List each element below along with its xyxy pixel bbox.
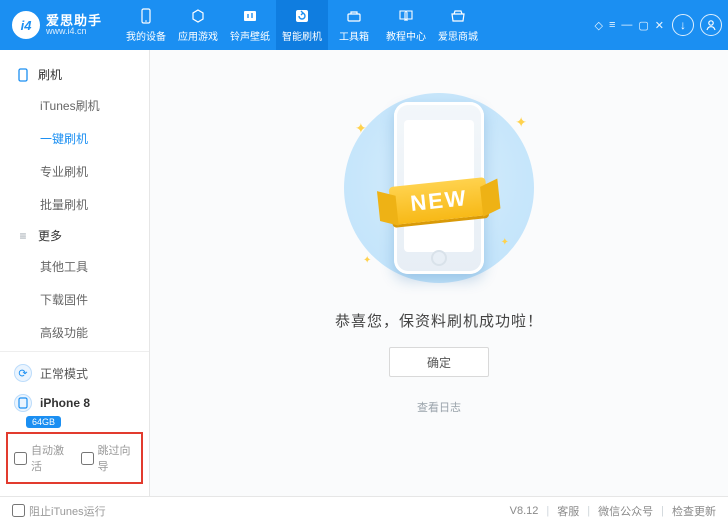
toolbox-icon	[345, 7, 363, 25]
music-icon	[241, 7, 259, 25]
maximize-icon[interactable]: ▢	[638, 19, 648, 32]
header: i4 爱思助手 www.i4.cn 我的设备 应用游戏 铃声壁纸 智能刷机	[0, 0, 728, 50]
sidebar-item-itunes[interactable]: iTunes刷机	[0, 89, 149, 122]
more-icon: ≡	[16, 229, 30, 243]
footer-update[interactable]: 检查更新	[672, 503, 716, 519]
main-panel: ✦ ✦ ✦ ✦ NEW 恭喜您，保资料刷机成功啦！ 确定 查看日志	[150, 50, 728, 496]
success-message: 恭喜您，保资料刷机成功啦！	[335, 310, 543, 331]
checkbox-skip-guide[interactable]: 跳过向导	[81, 442, 136, 474]
header-right: ◇ ≡ — ▢ ✕ ↓	[594, 14, 722, 36]
footer: 阻止iTunes运行 V8.12 | 客服 | 微信公众号 | 检查更新	[0, 496, 728, 524]
flash-icon	[293, 7, 311, 25]
checkbox-auto-activate[interactable]: 自动激活	[14, 442, 69, 474]
sparkle-icon: ✦	[355, 120, 367, 137]
device-row[interactable]: iPhone 8	[0, 388, 149, 414]
sidebar-item-advanced[interactable]: 高级功能	[0, 316, 149, 349]
version-label: V8.12	[510, 505, 539, 517]
minimize-icon[interactable]: —	[621, 19, 632, 32]
sidebar-item-firmware[interactable]: 下载固件	[0, 283, 149, 316]
close-icon[interactable]: ✕	[655, 19, 664, 32]
options-highlight: 自动激活 跳过向导	[6, 432, 143, 484]
sidebar-group-flash: 刷机	[0, 60, 149, 89]
sidebar: 刷机 iTunes刷机 一键刷机 专业刷机 批量刷机 ≡ 更多 其他工具 下载固…	[0, 50, 150, 496]
footer-wechat[interactable]: 微信公众号	[598, 503, 653, 519]
nav-tutorial[interactable]: 教程中心	[380, 0, 432, 50]
phone-icon	[16, 68, 30, 82]
view-log-link[interactable]: 查看日志	[417, 399, 461, 415]
sidebar-group-more: ≡ 更多	[0, 221, 149, 250]
sidebar-item-other[interactable]: 其他工具	[0, 250, 149, 283]
account-button[interactable]	[700, 14, 722, 36]
ok-button[interactable]: 确定	[389, 347, 489, 377]
nav-flash[interactable]: 智能刷机	[276, 0, 328, 50]
device-small-icon	[14, 394, 32, 412]
nav-device[interactable]: 我的设备	[120, 0, 172, 50]
top-nav: 我的设备 应用游戏 铃声壁纸 智能刷机 工具箱 教程中心	[120, 0, 484, 50]
download-button[interactable]: ↓	[672, 14, 694, 36]
logo: i4 爱思助手 www.i4.cn	[12, 11, 102, 39]
nav-store[interactable]: 爱思商城	[432, 0, 484, 50]
nav-apps[interactable]: 应用游戏	[172, 0, 224, 50]
checkbox-stop-itunes[interactable]: 阻止iTunes运行	[12, 503, 106, 519]
apps-icon	[189, 7, 207, 25]
mode-icon: ⟳	[14, 364, 32, 382]
sparkle-icon: ✦	[363, 255, 371, 266]
sidebar-item-onekey[interactable]: 一键刷机	[0, 122, 149, 155]
app-window: i4 爱思助手 www.i4.cn 我的设备 应用游戏 铃声壁纸 智能刷机	[0, 0, 728, 524]
store-icon	[449, 7, 467, 25]
storage-badge: 64GB	[26, 416, 61, 428]
device-icon	[137, 7, 155, 25]
nav-tools[interactable]: 工具箱	[328, 0, 380, 50]
body: 刷机 iTunes刷机 一键刷机 专业刷机 批量刷机 ≡ 更多 其他工具 下载固…	[0, 50, 728, 496]
menu-icon[interactable]: ≡	[609, 19, 615, 32]
window-controls: ◇ ≡ — ▢ ✕	[594, 19, 664, 32]
logo-icon: i4	[12, 11, 40, 39]
nav-wallpaper[interactable]: 铃声壁纸	[224, 0, 276, 50]
mode-row[interactable]: ⟳ 正常模式	[0, 358, 149, 388]
logo-url: www.i4.cn	[46, 27, 102, 36]
success-illustration: ✦ ✦ ✦ ✦ NEW	[329, 84, 549, 292]
sidebar-bottom: ⟳ 正常模式 iPhone 8 64GB 自动激活 跳过向导	[0, 351, 149, 496]
sparkle-icon: ✦	[501, 237, 509, 248]
book-icon	[397, 7, 415, 25]
skin-icon[interactable]: ◇	[594, 19, 602, 32]
sidebar-item-pro[interactable]: 专业刷机	[0, 155, 149, 188]
sparkle-icon: ✦	[515, 114, 527, 131]
sidebar-item-batch[interactable]: 批量刷机	[0, 188, 149, 221]
footer-support[interactable]: 客服	[557, 503, 579, 519]
